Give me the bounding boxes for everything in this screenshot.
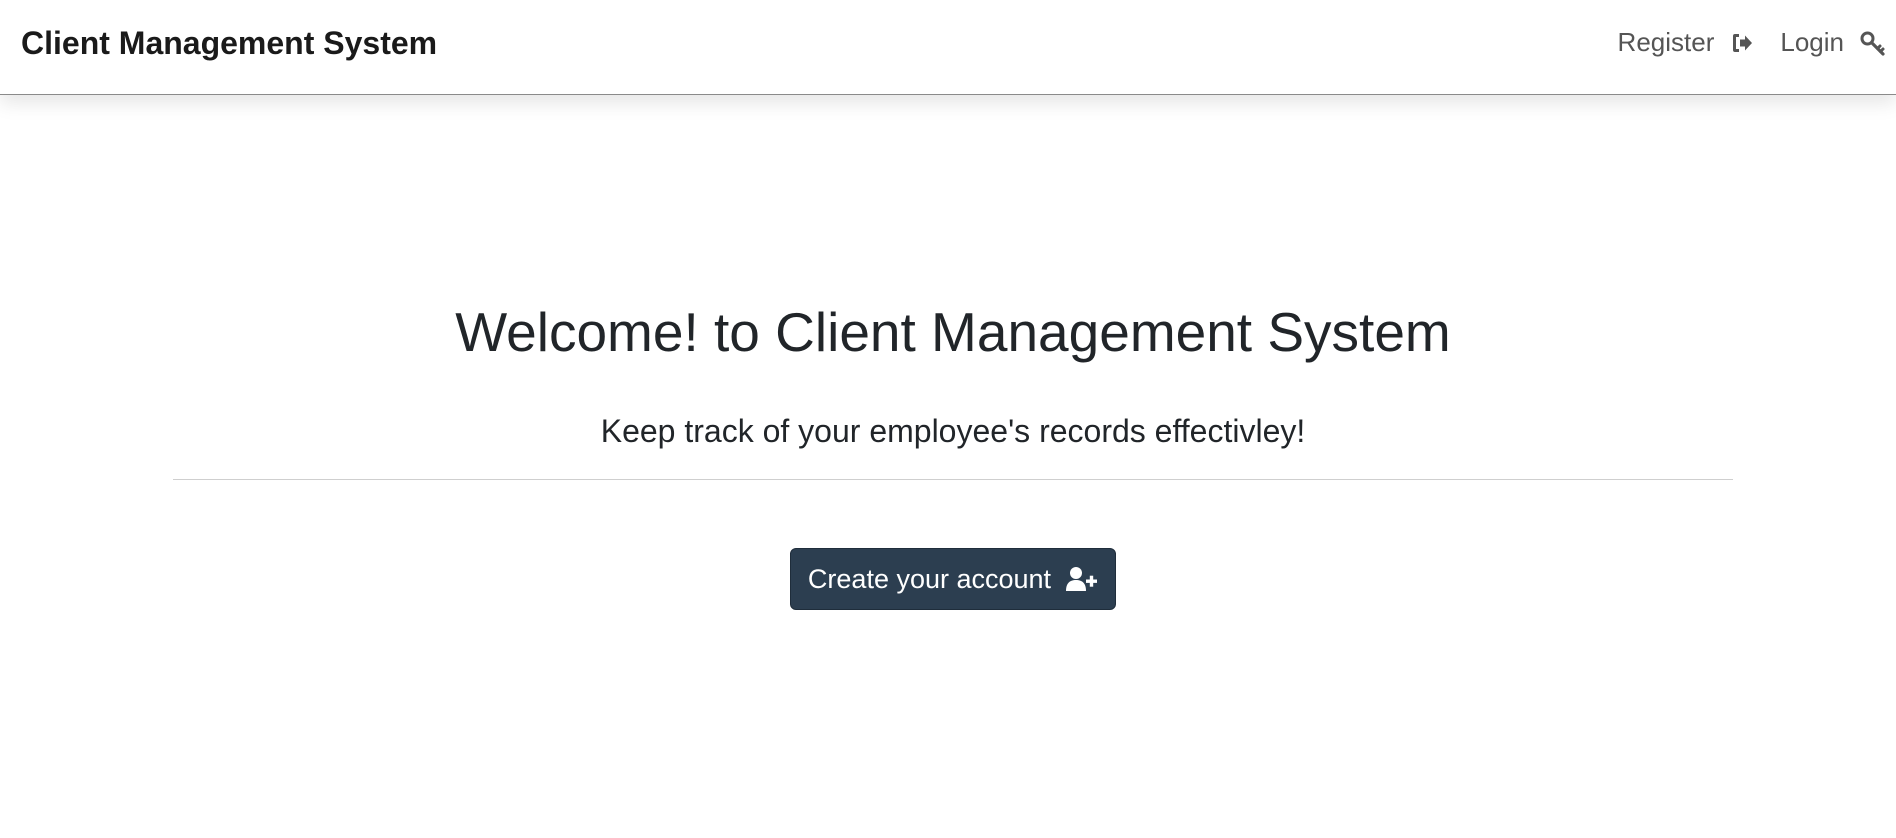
nav-links: Register Login [1592,27,1885,58]
key-icon [1860,31,1885,56]
top-navbar: Client Management System Register Login [0,0,1896,95]
sign-in-icon [1730,31,1754,55]
login-link-label: Login [1780,27,1844,57]
hero-title: Welcome! to Client Management System [455,301,1451,363]
user-plus-icon [1066,566,1098,592]
create-account-button[interactable]: Create your account [790,548,1116,610]
register-link-label: Register [1617,27,1715,57]
main-content: Welcome! to Client Management System Kee… [0,95,1896,838]
login-link[interactable]: Login [1780,27,1885,58]
hero-subtitle: Keep track of your employee's records ef… [600,413,1306,449]
brand-title[interactable]: Client Management System [21,25,437,62]
divider [173,479,1733,480]
register-link[interactable]: Register [1618,27,1755,58]
create-account-label: Create your account [807,563,1052,594]
